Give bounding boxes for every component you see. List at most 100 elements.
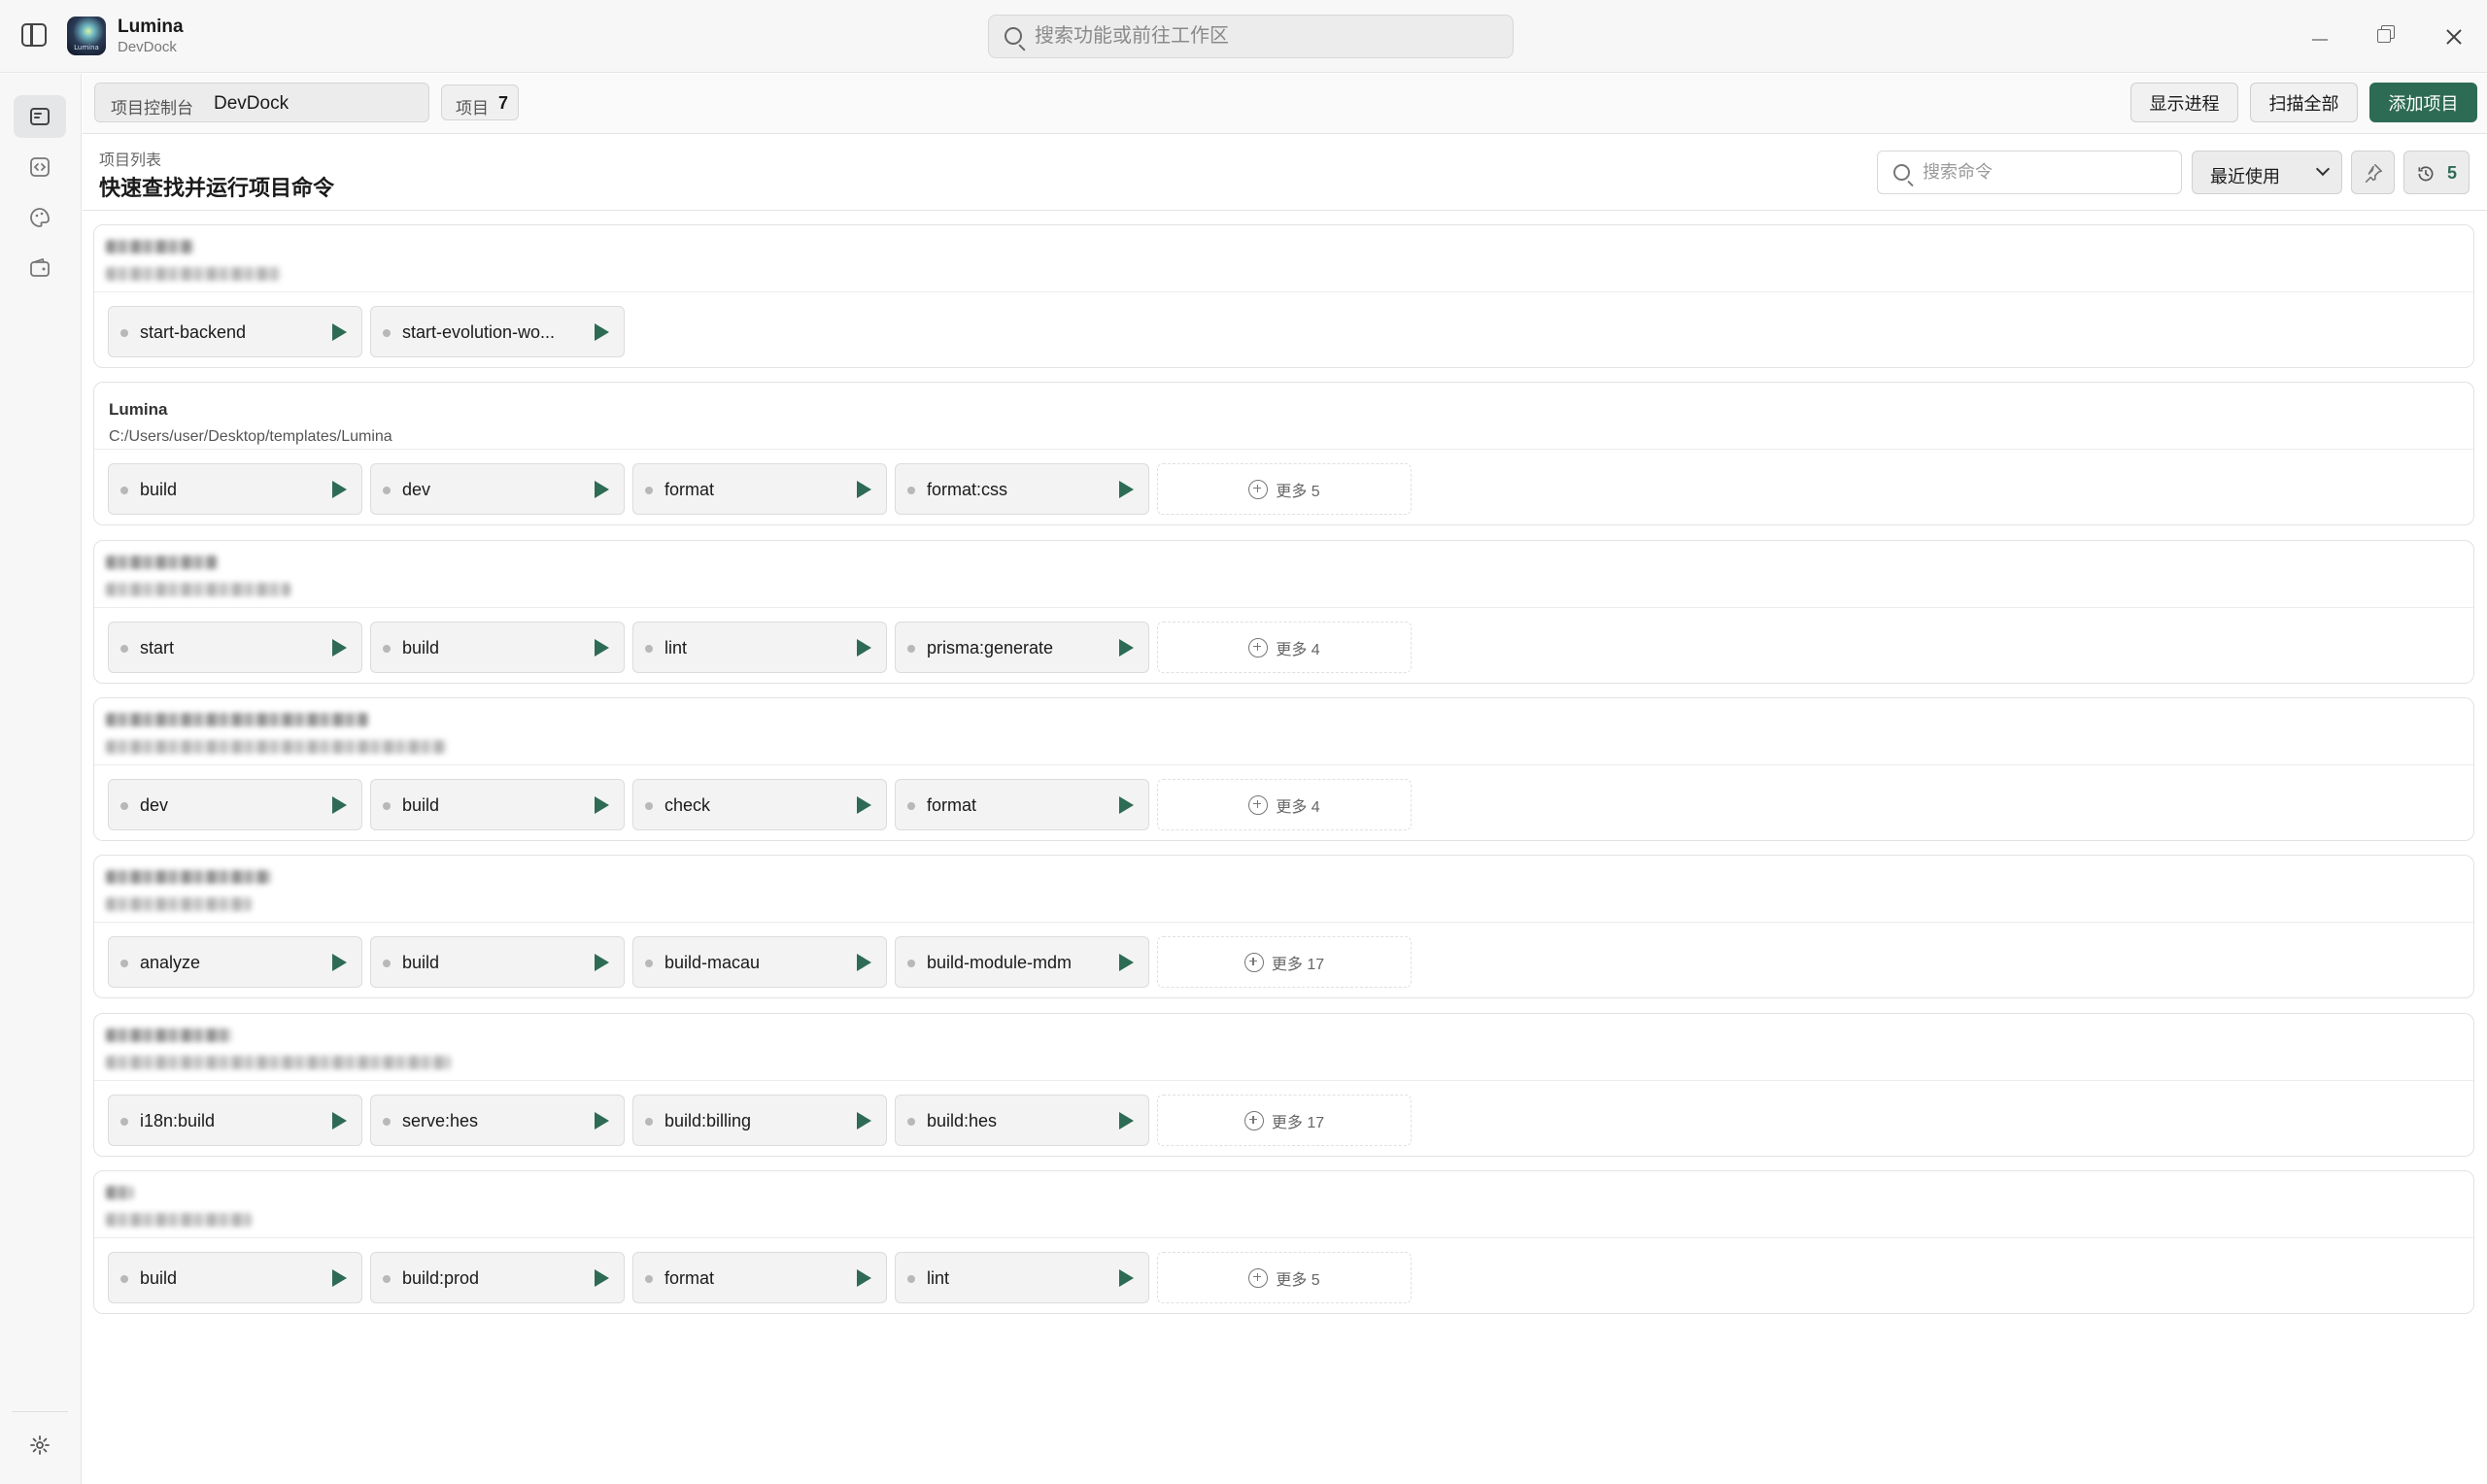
play-icon[interactable] — [1119, 639, 1134, 657]
play-icon[interactable] — [332, 639, 347, 657]
play-icon[interactable] — [1119, 796, 1134, 814]
play-icon[interactable] — [332, 1112, 347, 1130]
rail-projects[interactable] — [14, 95, 66, 138]
more-commands-button[interactable]: 更多 5 — [1157, 463, 1412, 515]
play-icon[interactable] — [332, 796, 347, 814]
play-icon[interactable] — [857, 796, 871, 814]
command-button[interactable]: format — [632, 463, 887, 515]
project-console-chip[interactable]: 项目控制台 DevDock — [94, 83, 429, 122]
play-icon[interactable] — [1119, 1112, 1134, 1130]
redacted-project-name — [106, 240, 193, 253]
play-icon[interactable] — [332, 954, 347, 971]
command-button[interactable]: build:prod — [370, 1252, 625, 1303]
command-name: prisma:generate — [927, 638, 1054, 658]
command-button[interactable]: serve:hes — [370, 1095, 625, 1146]
more-commands-button[interactable]: 更多 4 — [1157, 779, 1412, 830]
more-commands-button[interactable]: 更多 17 — [1157, 1095, 1412, 1146]
command-button[interactable]: dev — [108, 779, 362, 830]
command-button[interactable]: build-macau — [632, 936, 887, 988]
command-button[interactable]: analyze — [108, 936, 362, 988]
command-button[interactable]: build — [370, 936, 625, 988]
play-icon[interactable] — [857, 954, 871, 971]
command-button[interactable]: check — [632, 779, 887, 830]
play-icon[interactable] — [595, 1112, 609, 1130]
status-dot-icon — [907, 645, 915, 653]
status-dot-icon — [645, 645, 653, 653]
scan-all-button[interactable]: 扫描全部 — [2250, 83, 2358, 122]
command-button[interactable]: start-evolution-wo... — [370, 306, 625, 357]
play-icon[interactable] — [1119, 481, 1134, 498]
command-button[interactable]: build:hes — [895, 1095, 1149, 1146]
command-button[interactable]: lint — [632, 622, 887, 673]
play-icon[interactable] — [1119, 1269, 1134, 1287]
rail-code[interactable] — [14, 146, 66, 188]
minimize-button[interactable] — [2300, 17, 2339, 56]
redacted-project-name — [106, 1029, 232, 1042]
play-icon[interactable] — [332, 323, 347, 341]
redacted-project-path — [106, 897, 252, 911]
command-button[interactable]: dev — [370, 463, 625, 515]
command-search[interactable] — [1877, 151, 2182, 194]
more-commands-button[interactable]: 更多 4 — [1157, 622, 1412, 673]
project-card-header — [94, 856, 2473, 923]
play-icon[interactable] — [1119, 954, 1134, 971]
command-button[interactable]: i18n:build — [108, 1095, 362, 1146]
command-button[interactable]: start — [108, 622, 362, 673]
play-icon[interactable] — [332, 481, 347, 498]
command-name: build:prod — [402, 1268, 480, 1288]
global-search-input[interactable] — [1035, 16, 1501, 57]
command-button[interactable]: format:css — [895, 463, 1149, 515]
play-icon[interactable] — [857, 1112, 871, 1130]
show-process-button[interactable]: 显示进程 — [2130, 83, 2238, 122]
command-button[interactable]: format — [632, 1252, 887, 1303]
history-button[interactable]: 5 — [2403, 151, 2470, 194]
rail-palette[interactable] — [14, 196, 66, 239]
pin-button[interactable] — [2351, 151, 2395, 194]
redacted-project-name — [106, 713, 368, 726]
command-name: build-module-mdm — [927, 953, 1073, 972]
play-icon[interactable] — [595, 954, 609, 971]
more-commands-button[interactable]: 更多 5 — [1157, 1252, 1412, 1303]
command-button[interactable]: format — [895, 779, 1149, 830]
rail-settings[interactable] — [14, 1424, 66, 1467]
redacted-project-path — [106, 1213, 252, 1227]
command-name: format — [927, 795, 977, 815]
sidebar-toggle-icon[interactable] — [21, 23, 47, 47]
add-project-button[interactable]: 添加项目 — [2369, 83, 2477, 122]
plus-circle-icon — [1244, 1110, 1264, 1130]
more-commands-button[interactable]: 更多 17 — [1157, 936, 1412, 988]
command-button[interactable]: build — [370, 622, 625, 673]
play-icon[interactable] — [595, 639, 609, 657]
play-icon[interactable] — [857, 1269, 871, 1287]
gear-icon — [30, 1435, 50, 1455]
play-icon[interactable] — [857, 481, 871, 498]
command-button[interactable]: build-module-mdm — [895, 936, 1149, 988]
command-name: build — [140, 480, 178, 499]
redacted-project-path — [106, 267, 281, 281]
status-dot-icon — [120, 1118, 128, 1126]
sort-select[interactable]: 最近使用 — [2192, 151, 2342, 194]
plus-circle-icon — [1248, 479, 1269, 499]
global-search[interactable] — [988, 15, 1514, 58]
play-icon[interactable] — [595, 1269, 609, 1287]
play-icon[interactable] — [332, 1269, 347, 1287]
status-dot-icon — [907, 1275, 915, 1283]
command-button[interactable]: build — [108, 1252, 362, 1303]
command-search-input[interactable] — [1923, 152, 2165, 193]
rail-wallet[interactable] — [14, 247, 66, 289]
play-icon[interactable] — [595, 323, 609, 341]
command-name: format:css — [927, 480, 1008, 499]
maximize-button[interactable] — [2367, 17, 2405, 56]
command-button[interactable]: build:billing — [632, 1095, 887, 1146]
close-button[interactable] — [2434, 17, 2472, 56]
status-dot-icon — [383, 487, 391, 494]
play-icon[interactable] — [857, 639, 871, 657]
command-button[interactable]: build — [370, 779, 625, 830]
command-button[interactable]: build — [108, 463, 362, 515]
history-count: 5 — [2447, 163, 2458, 183]
command-button[interactable]: lint — [895, 1252, 1149, 1303]
command-button[interactable]: prisma:generate — [895, 622, 1149, 673]
command-button[interactable]: start-backend — [108, 306, 362, 357]
play-icon[interactable] — [595, 796, 609, 814]
play-icon[interactable] — [595, 481, 609, 498]
